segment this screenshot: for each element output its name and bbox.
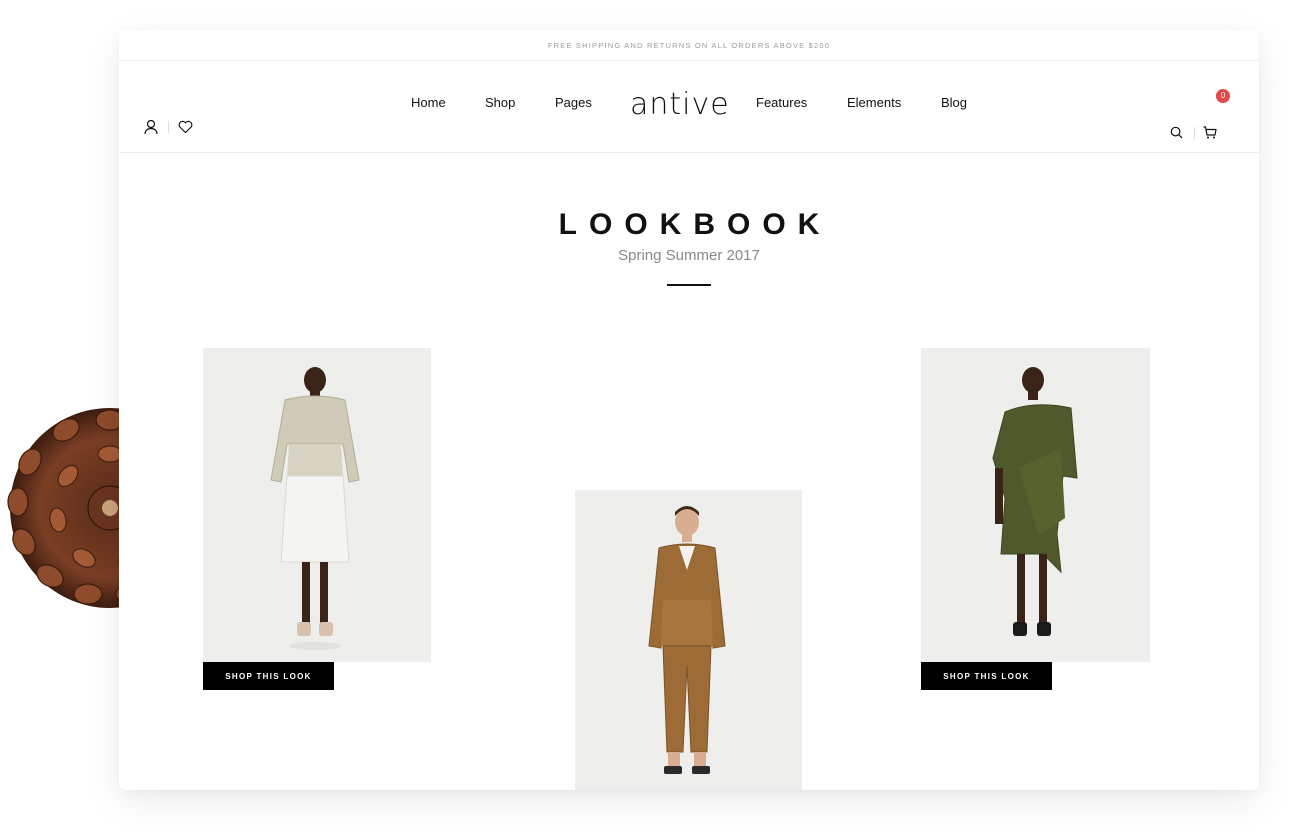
search-icon[interactable] bbox=[1169, 125, 1183, 139]
site-logo[interactable]: antive bbox=[630, 85, 729, 125]
nav-elements[interactable]: Elements bbox=[847, 95, 901, 110]
nav-features[interactable]: Features bbox=[756, 95, 807, 110]
model-figure bbox=[575, 490, 802, 790]
title-divider bbox=[667, 284, 711, 286]
nav-shop[interactable]: Shop bbox=[485, 95, 515, 110]
model-figure bbox=[921, 348, 1150, 662]
look-image-2[interactable] bbox=[575, 490, 802, 790]
look-image-1[interactable] bbox=[203, 348, 431, 662]
page-card: FREE SHIPPING AND RETURNS ON ALL ORDERS … bbox=[119, 30, 1259, 790]
shop-look-button-1[interactable]: SHOP THIS LOOK bbox=[203, 662, 334, 690]
header-separator bbox=[168, 121, 169, 133]
cart-icon[interactable] bbox=[1203, 125, 1217, 139]
user-icon[interactable] bbox=[143, 119, 159, 135]
page-title: LOOKBOOK bbox=[558, 208, 832, 241]
look-image-3[interactable] bbox=[921, 348, 1150, 662]
nav-pages[interactable]: Pages bbox=[555, 95, 592, 110]
header-separator bbox=[1194, 127, 1195, 139]
nav-home[interactable]: Home bbox=[411, 95, 446, 110]
shop-look-button-3[interactable]: SHOP THIS LOOK bbox=[921, 662, 1052, 690]
cart-count-badge: 0 bbox=[1216, 89, 1230, 103]
heart-icon[interactable] bbox=[177, 119, 193, 135]
page-subtitle: Spring Summer 2017 bbox=[618, 247, 760, 264]
nav-blog[interactable]: Blog bbox=[941, 95, 967, 110]
model-figure bbox=[203, 348, 431, 662]
shipping-banner: FREE SHIPPING AND RETURNS ON ALL ORDERS … bbox=[119, 30, 1259, 61]
site-header: Home Shop Pages antive Features Elements… bbox=[119, 61, 1259, 153]
